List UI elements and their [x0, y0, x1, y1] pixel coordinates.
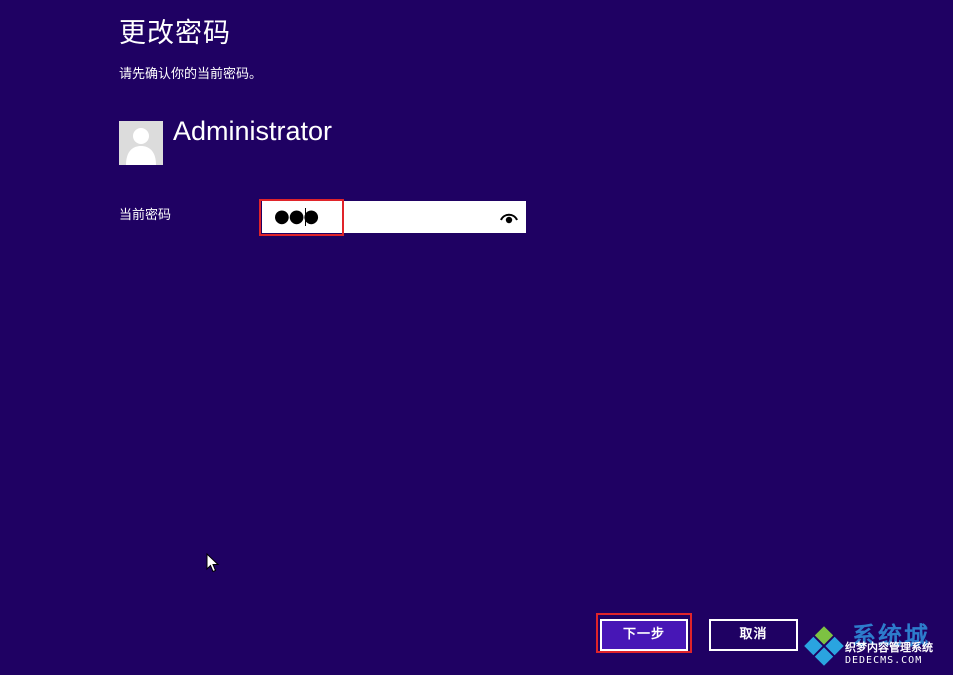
- text-caret: [305, 208, 306, 226]
- watermark-tagline: 织梦内容管理系统: [845, 641, 933, 654]
- page-title: 更改密码: [119, 18, 231, 49]
- current-password-field[interactable]: ●●●: [262, 201, 526, 233]
- user-silhouette-icon: [119, 121, 163, 165]
- current-password-label: 当前密码: [119, 208, 172, 223]
- watermark: 系统城 织梦内容管理系统 DEDECMS.COM: [800, 618, 953, 675]
- watermark-logo-icon: [804, 626, 844, 666]
- cancel-button[interactable]: 取消: [709, 619, 798, 651]
- account-username: Administrator: [173, 116, 333, 146]
- page-subtitle: 请先确认你的当前密码。: [119, 67, 263, 82]
- password-masked-value: ●●●: [274, 206, 319, 227]
- next-button[interactable]: 下一步: [600, 619, 688, 651]
- mouse-pointer-icon: [206, 553, 220, 573]
- watermark-url: DEDECMS.COM: [845, 655, 923, 666]
- avatar: [119, 121, 163, 165]
- eye-icon[interactable]: [500, 209, 518, 225]
